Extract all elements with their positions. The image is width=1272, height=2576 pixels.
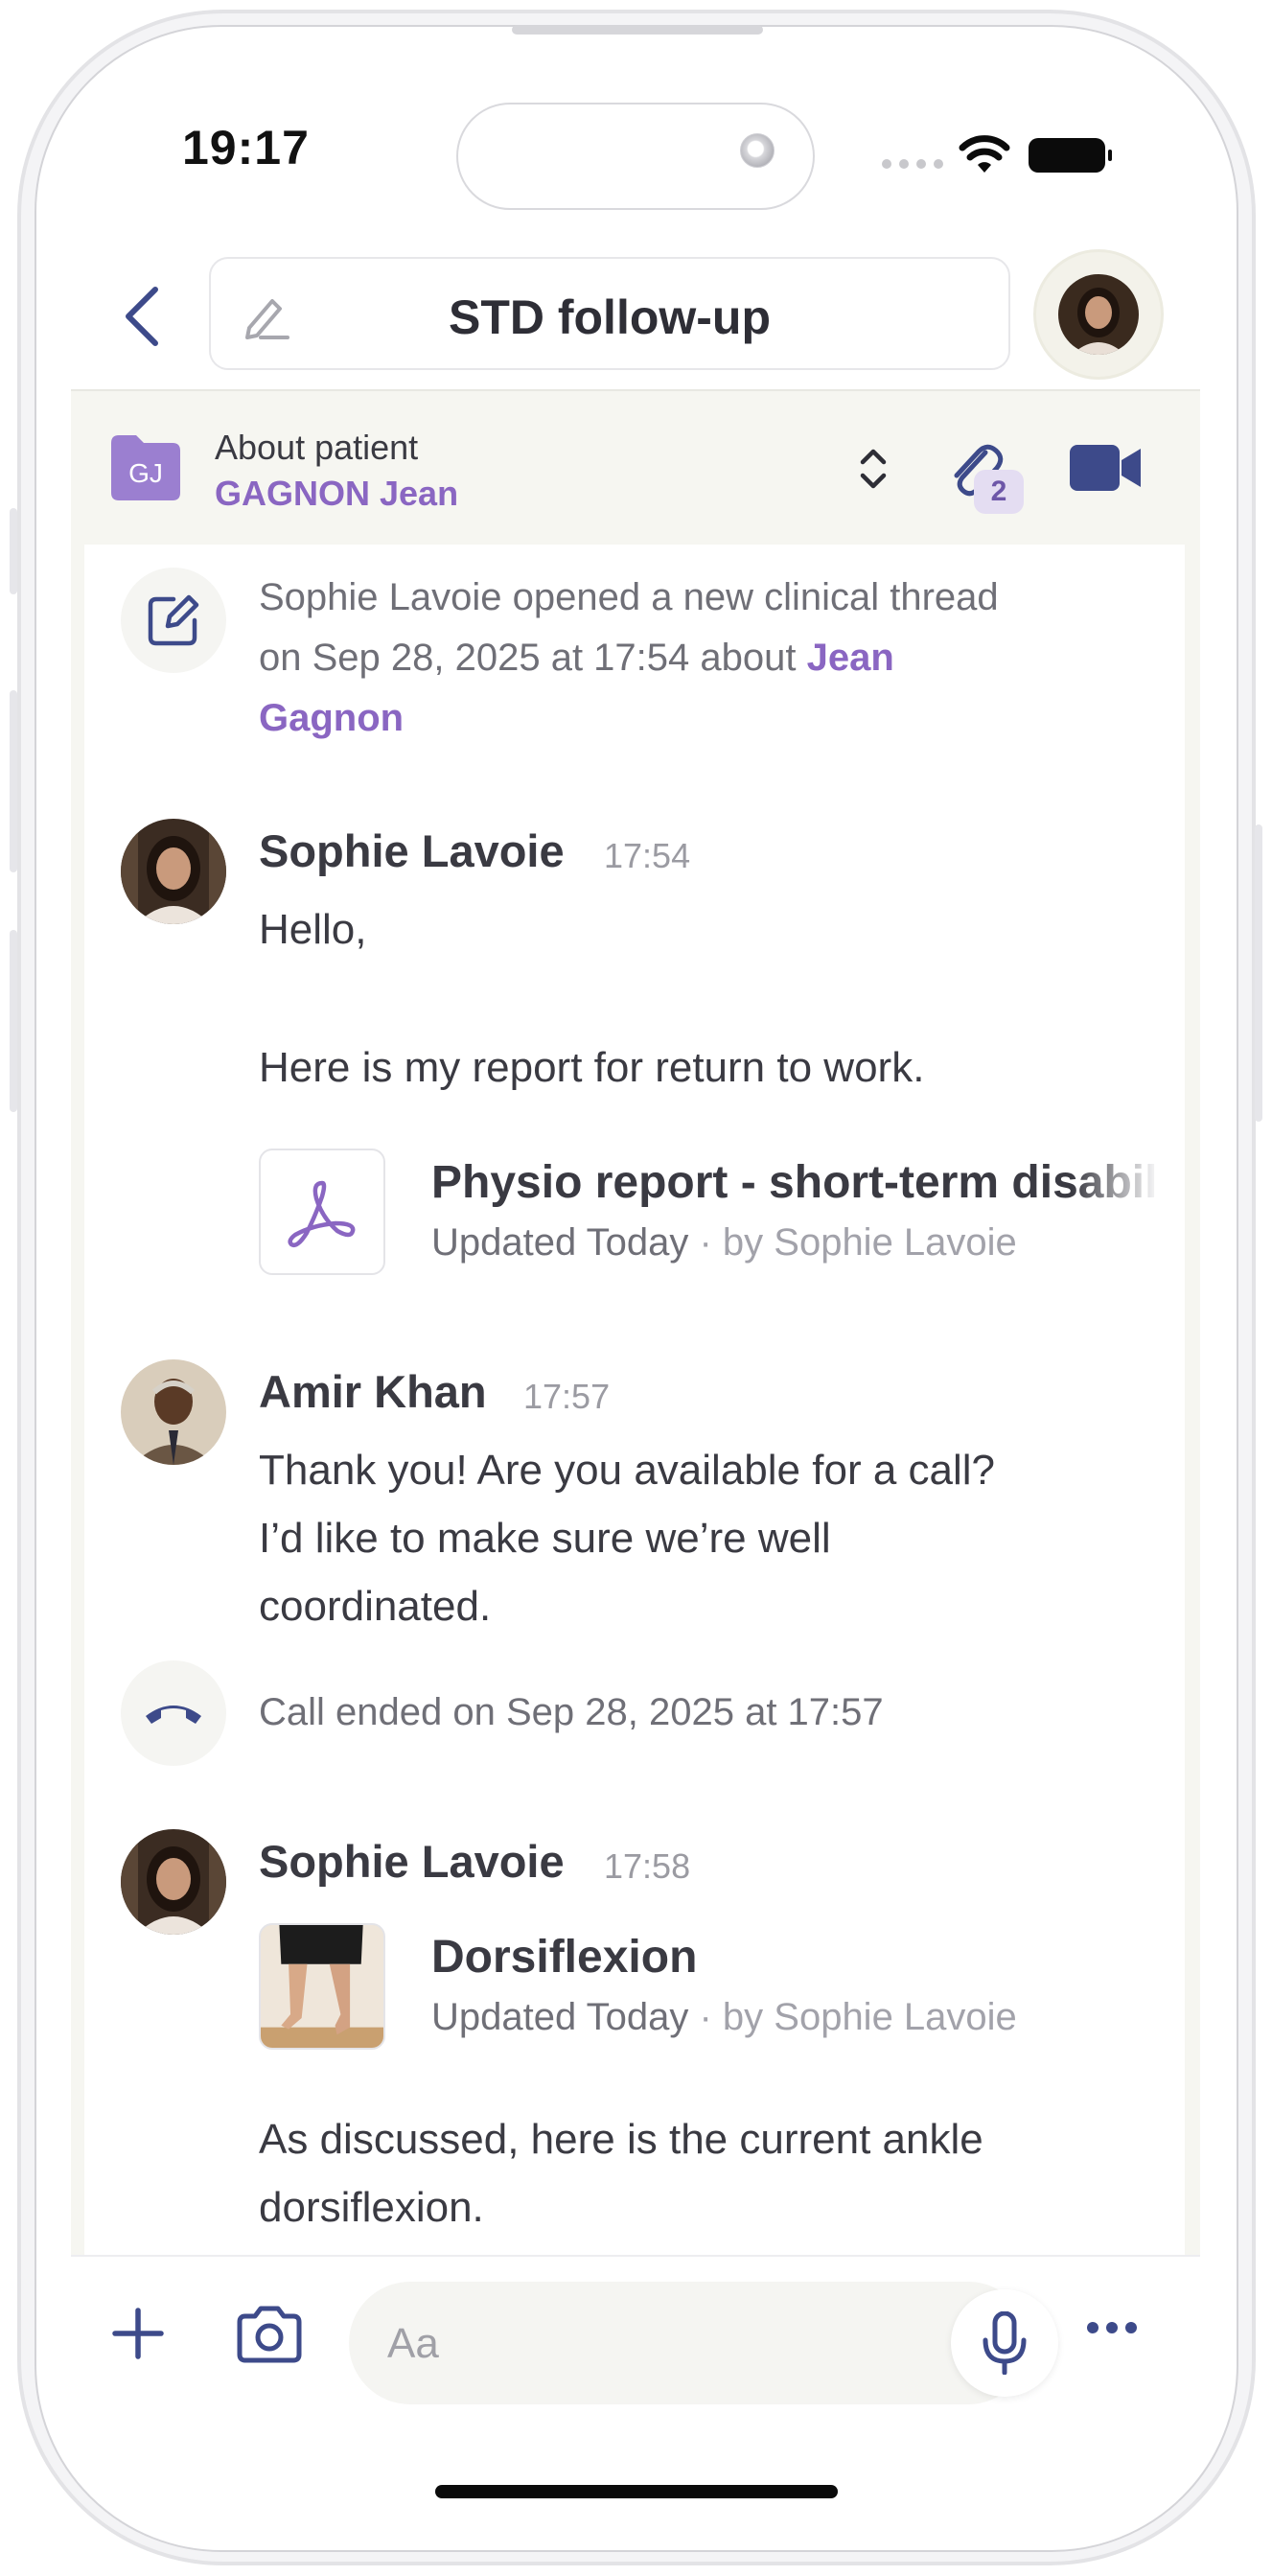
patient-bar[interactable]: GJ About patient GAGNON Jean 2 <box>71 389 1200 545</box>
thread-title-field[interactable]: STD follow-up <box>209 257 1010 370</box>
message-text: Hello, <box>259 906 367 953</box>
user-avatar-amir <box>121 1359 226 1465</box>
speaker-grille <box>512 25 763 35</box>
attachments-count-badge: 2 <box>974 470 1024 514</box>
microphone-button[interactable] <box>951 2289 1058 2397</box>
avatar-amir-khan[interactable] <box>121 1359 226 1465</box>
patient-folder-icon: GJ <box>111 433 180 500</box>
attachment-updated: Updated Today <box>431 1996 689 2038</box>
patient-link-jean[interactable]: Jean <box>807 637 894 679</box>
attachment-image[interactable]: Dorsiflexion Updated Today · by Sophie L… <box>259 1923 1160 2050</box>
message-list[interactable]: Sophie Lavoie opened a new clinical thre… <box>84 545 1185 2255</box>
attachment-author: · by Sophie Lavoie <box>688 1221 1017 1264</box>
back-button[interactable] <box>113 278 171 355</box>
message-author[interactable]: Sophie Lavoie <box>259 824 565 877</box>
system-message-call-ended: Call ended on Sep 28, 2025 at 17:57 <box>259 1691 884 1733</box>
message-time: 17:58 <box>604 1846 691 1886</box>
message-text: coordinated. <box>259 1583 492 1630</box>
attachment-updated: Updated Today <box>431 1221 689 1264</box>
message-author[interactable]: Amir Khan <box>259 1365 487 1418</box>
message-time: 17:57 <box>523 1377 611 1416</box>
message-composer: Aa <box>71 2255 1200 2429</box>
about-patient-label: About patient <box>215 428 419 467</box>
side-button-left-3 <box>10 930 17 1112</box>
edit-square-icon <box>148 594 199 646</box>
attachment-meta: Updated Today · by Sophie Lavoie <box>431 1221 1017 1265</box>
battery-icon <box>1029 138 1112 173</box>
attachment-title: Dorsiflexion <box>431 1932 698 1983</box>
home-indicator[interactable] <box>435 2485 838 2498</box>
call-event-icon <box>121 1660 226 1766</box>
video-call-icon[interactable] <box>1068 443 1145 493</box>
phone-hangup-icon <box>146 1706 201 1724</box>
system-message-thread-opened: Sophie Lavoie opened a new clinical thre… <box>259 568 1160 749</box>
user-avatar-sophie <box>121 1829 226 1935</box>
user-avatar-sophie <box>121 819 226 924</box>
more-options-icon[interactable] <box>1087 2322 1137 2333</box>
attachment-meta: Updated Today · by Sophie Lavoie <box>431 1996 1017 2039</box>
avatar-sophie-lavoie[interactable] <box>121 1829 226 1935</box>
camera-icon[interactable] <box>234 2305 305 2364</box>
patient-initials: GJ <box>128 458 163 488</box>
wifi-icon <box>959 135 1010 173</box>
system-event-icon <box>121 568 226 673</box>
signal-icon <box>882 159 943 169</box>
system-text-middle: on Sep 28, 2025 at 17:54 about <box>259 637 807 679</box>
plus-icon[interactable] <box>109 2305 167 2362</box>
user-avatar-sophie <box>1058 274 1139 355</box>
header-avatar[interactable] <box>1033 249 1164 380</box>
message-author[interactable]: Sophie Lavoie <box>259 1835 565 1888</box>
message-text: dorsiflexion. <box>259 2184 484 2231</box>
chevron-left-icon <box>126 287 158 346</box>
chevron-up-down-icon[interactable] <box>857 447 890 491</box>
message-input-placeholder: Aa <box>387 2320 439 2367</box>
patient-link-gagnon[interactable]: Gagnon <box>259 697 404 739</box>
dynamic-island <box>456 103 815 210</box>
attachment-thumbnail <box>259 1923 385 2050</box>
attachment-pdf[interactable]: Physio report - short-term disability Up… <box>259 1149 1160 1275</box>
system-text-prefix: Sophie Lavoie opened a new clinical thre… <box>259 576 999 618</box>
attachment-thumbnail <box>259 1149 385 1275</box>
chat-panel: Sophie Lavoie opened a new clinical thre… <box>71 545 1200 2255</box>
message-text: I’d like to make sure we’re well <box>259 1515 831 1562</box>
microphone-icon <box>983 2311 1027 2375</box>
attachment-author: · by Sophie Lavoie <box>688 1996 1017 2038</box>
camera-lens-icon <box>740 133 775 168</box>
message-text: As discussed, here is the current ankle <box>259 2116 983 2163</box>
side-button-right <box>1255 824 1262 1122</box>
message-input[interactable]: Aa <box>349 2282 1029 2404</box>
message-time: 17:54 <box>604 836 691 875</box>
message-text: Here is my report for return to work. <box>259 1044 925 1091</box>
attachment-title: Physio report - short-term disability <box>431 1157 1160 1208</box>
message-text: Thank you! Are you available for a call? <box>259 1447 996 1494</box>
side-button-left-2 <box>10 690 17 872</box>
thread-title: STD follow-up <box>448 290 772 344</box>
avatar-sophie-lavoie[interactable] <box>121 819 226 924</box>
photo-thumbnail-legs <box>261 1925 383 2048</box>
status-time: 19:17 <box>182 121 310 174</box>
side-button-left-1 <box>10 508 17 594</box>
patient-name-link[interactable]: GAGNON Jean <box>215 474 458 514</box>
pdf-icon <box>288 1180 356 1247</box>
